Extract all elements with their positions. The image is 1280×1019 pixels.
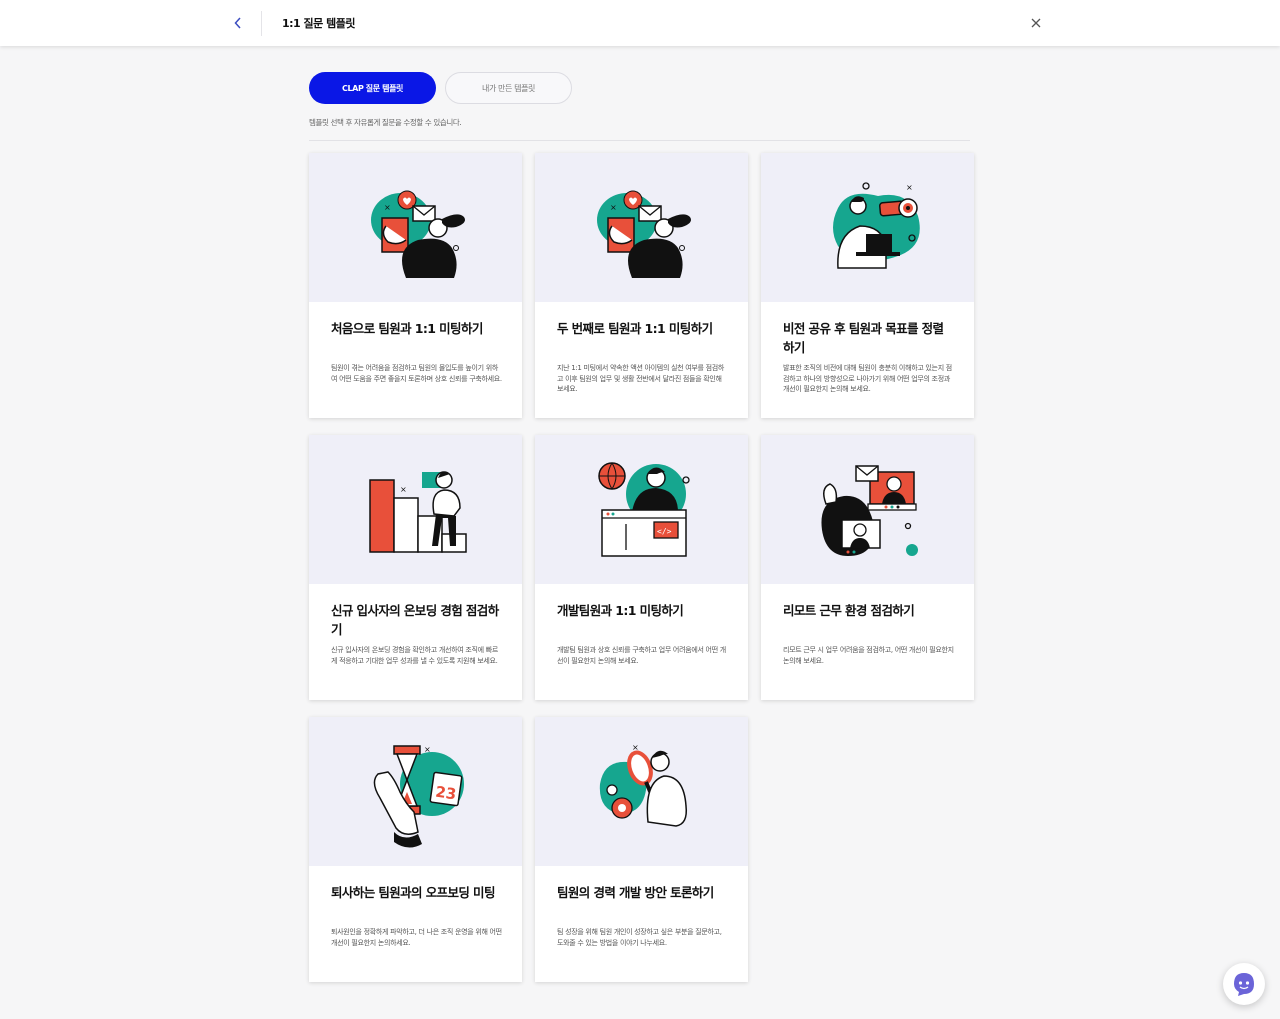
svg-text:×: × [610, 203, 617, 212]
template-card-second-meeting[interactable]: × 두 번째로 팀원과 1:1 미팅하기 지난 1:1 미팅에서 약속한 액션 … [535, 153, 748, 418]
card-description: 팀 성장을 위해 팀원 개인이 성장하고 싶은 부분을 질문하고, 도와줄 수 … [557, 928, 722, 947]
card-illustration: × [535, 153, 748, 302]
card-description: 신규 입사자의 온보딩 경험을 확인하고 개선하여 조직에 빠르게 적응하고 기… [331, 646, 498, 665]
card-title: 리모트 근무 환경 점검하기 [783, 603, 915, 618]
svg-text:×: × [384, 203, 391, 212]
card-illustration: × [309, 153, 522, 302]
heart-mail-illustration: × [370, 190, 465, 278]
chevron-left-icon [234, 17, 241, 29]
template-hint: 템플릿 선택 후 자유롭게 질문을 수정할 수 있습니다. [309, 118, 462, 127]
hourglass-calendar-illustration: 23 × [373, 745, 464, 848]
card-description: 개발팀 팀원과 상호 신뢰를 구축하고 업무 어려움에서 어떤 개선이 필요한지… [557, 646, 726, 665]
template-card-onboarding[interactable]: × 신규 입사자의 온보딩 경험 점검하기 신규 입사자의 온보딩 경험을 확인… [309, 435, 522, 700]
stairs-illustration: × [368, 470, 467, 553]
calendar-day: 23 [434, 782, 457, 803]
tab-my-templates[interactable]: 내가 만든 템플릿 [445, 72, 572, 104]
svg-text:</>: </> [657, 527, 672, 536]
heart-mail-illustration: × [596, 190, 691, 278]
magnifier-illustration: × [599, 743, 687, 827]
card-title: 처음으로 팀원과 1:1 미팅하기 [331, 321, 483, 336]
video-call-illustration [820, 464, 918, 556]
card-description: 리모트 근무 시 업무 어려움을 점검하고, 어떤 개선이 필요한지 논의해 보… [783, 646, 954, 665]
card-title: 퇴사하는 팀원과의 오프보딩 미팅 [331, 885, 495, 900]
card-description: 발표한 조직의 비전에 대해 팀원이 충분히 이해하고 있는지 점검하고 하나의… [783, 364, 952, 393]
chat-bot-icon [1234, 973, 1254, 996]
top-bar: 1:1 질문 템플릿 [0, 0, 1280, 46]
chat-bot-button[interactable] [1223, 963, 1265, 1005]
svg-text:×: × [400, 485, 407, 494]
card-description: 지난 1:1 미팅에서 약속한 액션 아이템의 실천 여부를 점검하고 이후 팀… [557, 364, 724, 393]
template-tabs: CLAP 질문 템플릿 내가 만든 템플릿 [309, 72, 572, 104]
page-title: 1:1 질문 템플릿 [282, 17, 355, 30]
template-card-remote-work[interactable]: 리모트 근무 환경 점검하기 리모트 근무 시 업무 어려움을 점검하고, 어떤… [761, 435, 974, 700]
back-button[interactable] [228, 13, 248, 33]
template-grid: × 처음으로 팀원과 1:1 미팅하기 팀원이 겪는 어려움을 점검하고 팀원의… [309, 153, 974, 982]
card-description: 팀원이 겪는 어려움을 점검하고 팀원의 몰입도를 높이기 위하여 어떤 도움을… [331, 364, 502, 383]
card-illustration: × [309, 435, 522, 584]
card-illustration [761, 435, 974, 584]
template-card-vision-alignment[interactable]: × 비전 공유 후 팀원과 목표를 정렬하기 발표한 조직의 비전에 대해 팀원… [761, 153, 974, 418]
header-divider [261, 11, 262, 36]
svg-text:×: × [906, 183, 913, 192]
svg-text:×: × [632, 743, 639, 752]
template-card-offboarding[interactable]: 23 × 퇴사하는 팀원과의 오프보딩 미팅 퇴사원인을 정확하게 파악하고, … [309, 717, 522, 982]
close-icon [1031, 18, 1041, 28]
telescope-illustration: × [832, 181, 920, 269]
card-title: 개발팀원과 1:1 미팅하기 [557, 603, 684, 618]
svg-text:×: × [424, 745, 431, 754]
card-title: 신규 입사자의 온보딩 경험 점검하기 [331, 603, 499, 637]
card-title: 비전 공유 후 팀원과 목표를 정렬하기 [783, 321, 944, 355]
developer-illustration: </> [597, 461, 690, 557]
card-description: 퇴사원인을 정확하게 파악하고, 더 나은 조직 운영을 위해 어떤 개선이 필… [331, 928, 502, 947]
card-illustration: </> [535, 435, 748, 584]
template-card-career-development[interactable]: × 팀원의 경력 개발 방안 토론하기 팀 성장을 위해 팀원 개인이 성장하고… [535, 717, 748, 982]
template-card-dev-meeting[interactable]: </> 개발팀원과 1:1 미팅하기 개발팀 팀원과 상호 신뢰를 구축하고 업… [535, 435, 748, 700]
close-button[interactable] [1026, 13, 1046, 33]
divider [309, 140, 970, 141]
card-title: 두 번째로 팀원과 1:1 미팅하기 [557, 321, 713, 336]
card-illustration: × [761, 153, 974, 302]
tab-clap-templates[interactable]: CLAP 질문 템플릿 [309, 72, 436, 104]
template-card-first-meeting[interactable]: × 처음으로 팀원과 1:1 미팅하기 팀원이 겪는 어려움을 점검하고 팀원의… [309, 153, 522, 418]
card-title: 팀원의 경력 개발 방안 토론하기 [557, 885, 714, 900]
card-illustration: 23 × [309, 717, 522, 866]
card-illustration: × [535, 717, 748, 866]
